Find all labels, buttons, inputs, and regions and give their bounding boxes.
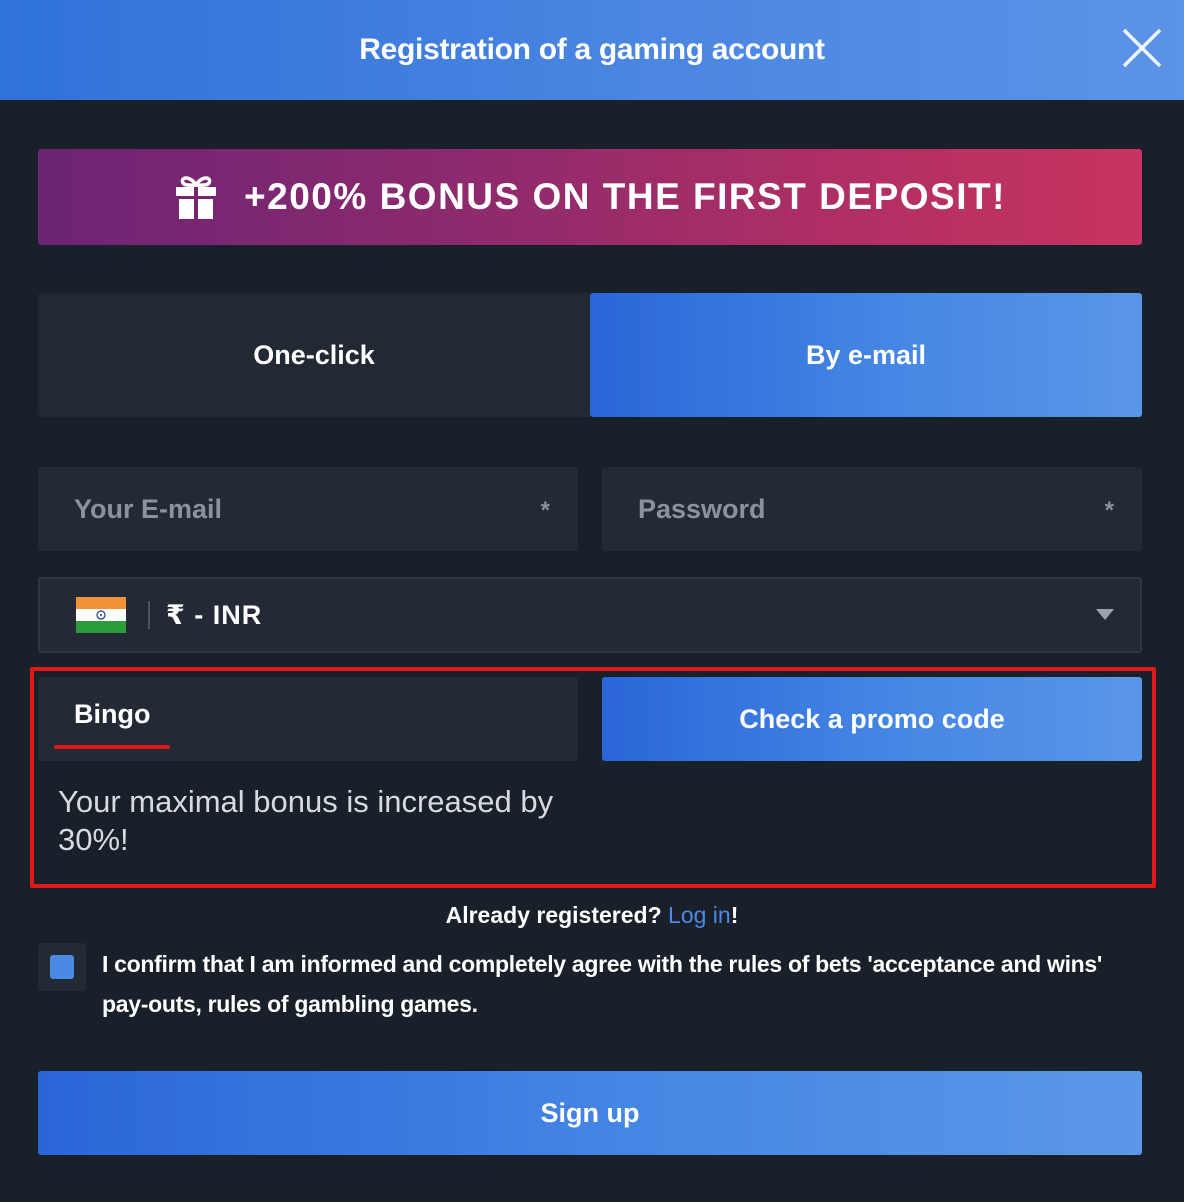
modal-title: Registration of a gaming account [359, 33, 825, 66]
check-promo-code-button[interactable]: Check a promo code [602, 677, 1142, 761]
password-input[interactable] [638, 493, 1058, 525]
promo-bonus-message: Your maximal bonus is increased by 30%! [58, 784, 554, 857]
promo-code-value: Bingo [74, 699, 151, 729]
india-flag-icon [76, 597, 126, 633]
login-prompt-suffix: ! [730, 902, 739, 928]
chevron-down-icon [1096, 609, 1114, 620]
close-button[interactable] [1120, 26, 1164, 70]
promo-code-input[interactable]: Bingo [38, 677, 578, 761]
login-prompt: Already registered? Log in! [0, 902, 1184, 929]
login-prompt-text: Already registered? [445, 902, 662, 928]
currency-value: ₹ - INR [166, 599, 263, 630]
email-input[interactable] [74, 493, 494, 525]
password-field[interactable]: * [602, 467, 1142, 551]
checkbox-checked-mark [50, 955, 74, 979]
currency-select[interactable]: ₹ - INR [38, 577, 1142, 653]
tab-one-click[interactable]: One-click [38, 293, 590, 417]
bonus-banner: +200% BONUS ON THE FIRST DEPOSIT! [38, 149, 1142, 245]
terms-checkbox[interactable] [38, 943, 86, 991]
login-link[interactable]: Log in [668, 902, 731, 928]
gift-icon [176, 176, 217, 219]
email-field[interactable]: * [38, 467, 578, 551]
modal-header: Registration of a gaming account [0, 0, 1184, 100]
terms-text: I confirm that I am informed and complet… [102, 951, 1103, 1017]
divider [148, 601, 150, 629]
required-mark: * [1104, 497, 1114, 524]
bonus-banner-text: +200% BONUS ON THE FIRST DEPOSIT! [244, 176, 1006, 217]
tab-by-email[interactable]: By e-mail [590, 293, 1142, 417]
sign-up-button[interactable]: Sign up [38, 1071, 1142, 1155]
required-mark: * [540, 497, 550, 524]
promo-code-underline [54, 745, 170, 749]
promo-code-section: Bingo Check a promo code Your maximal bo… [30, 667, 1156, 888]
close-icon [1122, 28, 1162, 68]
